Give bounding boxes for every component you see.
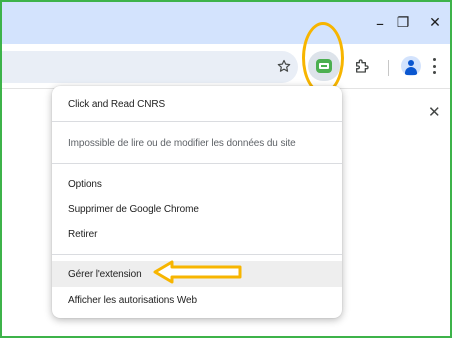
- puzzle-icon: [356, 59, 369, 73]
- address-bar[interactable]: [2, 51, 298, 83]
- menu-separator: [52, 121, 342, 122]
- page-close-button[interactable]: ✕: [428, 103, 441, 121]
- menu-item-web-permissions[interactable]: Afficher les autorisations Web: [52, 288, 342, 312]
- menu-item-site-access: Impossible de lire ou de modifier les do…: [68, 137, 296, 149]
- extensions-button[interactable]: [350, 54, 374, 78]
- menu-item-extension-title[interactable]: Click and Read CNRS: [52, 92, 342, 116]
- restore-button[interactable]: ❐: [388, 10, 418, 36]
- avatar-head: [408, 60, 414, 66]
- profile-avatar[interactable]: [401, 56, 421, 76]
- menu-item-options[interactable]: Options: [52, 172, 342, 196]
- close-icon: ✕: [428, 103, 441, 121]
- menu-separator: [52, 254, 342, 255]
- menu-separator: [52, 163, 342, 164]
- avatar-body: [405, 67, 417, 75]
- dot-icon: [432, 71, 436, 74]
- menu-item-remove-from-chrome[interactable]: Supprimer de Google Chrome: [52, 197, 342, 221]
- bookmark-star-button[interactable]: [272, 54, 296, 78]
- restore-icon: ❐: [396, 15, 410, 31]
- annotation-arrow: [153, 260, 242, 284]
- title-bar: – ❐ ✕: [2, 2, 450, 44]
- toolbar-separator: [388, 60, 389, 76]
- dot-icon: [432, 64, 436, 68]
- browser-toolbar: [2, 44, 450, 89]
- close-window-button[interactable]: ✕: [420, 10, 450, 36]
- menu-item-unpin[interactable]: Retirer: [52, 222, 342, 246]
- close-icon: ✕: [429, 15, 441, 31]
- minimize-icon: –: [376, 13, 384, 33]
- annotation-circle: [302, 22, 344, 94]
- chrome-menu-button[interactable]: [432, 58, 436, 74]
- dot-icon: [432, 58, 436, 61]
- star-icon: [277, 59, 291, 72]
